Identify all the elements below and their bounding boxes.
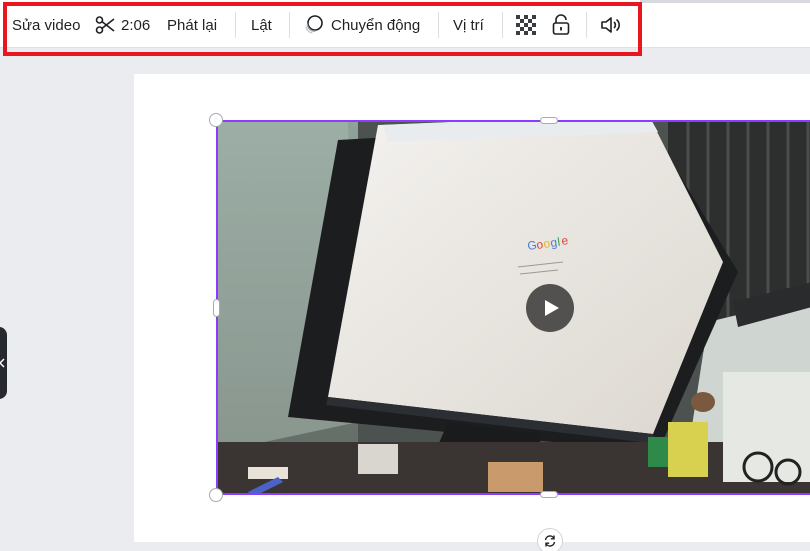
- transparency-checker-icon: [516, 15, 536, 35]
- volume-button[interactable]: [600, 12, 622, 38]
- play-icon: [544, 299, 560, 317]
- toolbar-divider: [289, 12, 290, 38]
- toolbar-divider: [502, 12, 503, 38]
- video-thumbnail: G o o g l e: [218, 122, 810, 493]
- toolbar-divider: [586, 12, 587, 38]
- lock-button[interactable]: [551, 12, 571, 38]
- playback-label: Phát lại: [167, 16, 218, 34]
- position-label: Vị trí: [453, 16, 484, 34]
- lock-icon: [551, 14, 571, 36]
- resize-handle-left[interactable]: [213, 299, 220, 317]
- edit-video-label: Sửa video: [12, 16, 81, 34]
- side-panel-toggle[interactable]: [0, 327, 7, 399]
- resize-handle-top[interactable]: [540, 117, 558, 124]
- trim-button[interactable]: 2:06: [95, 12, 150, 38]
- edit-video-button[interactable]: Sửa video: [12, 12, 80, 38]
- transparency-button[interactable]: [516, 12, 536, 38]
- context-toolbar: Sửa video 2:06 Phát lại Lật Chuyển động …: [0, 0, 810, 48]
- scissors-icon: [95, 15, 115, 35]
- chevron-left-icon: [0, 358, 5, 368]
- rotate-icon: [543, 534, 557, 548]
- position-button[interactable]: Vị trí: [453, 12, 484, 38]
- speaker-icon: [600, 15, 622, 35]
- flip-button[interactable]: Lật: [251, 12, 272, 38]
- video-element[interactable]: G o o g l e: [216, 120, 810, 495]
- play-button[interactable]: [526, 284, 574, 332]
- resize-handle-bottom-left[interactable]: [209, 488, 223, 502]
- toolbar-edge-line: [640, 0, 810, 3]
- animate-label: Chuyển động: [331, 16, 421, 34]
- toolbar-divider: [438, 12, 439, 38]
- toolbar-divider: [235, 12, 236, 38]
- animate-circles-icon: [303, 14, 325, 36]
- animate-button[interactable]: Chuyển động: [303, 12, 420, 38]
- playback-button[interactable]: Phát lại: [167, 12, 217, 38]
- resize-handle-top-left[interactable]: [209, 113, 223, 127]
- flip-label: Lật: [251, 16, 272, 34]
- resize-handle-bottom[interactable]: [540, 491, 558, 498]
- rotate-handle[interactable]: [537, 528, 563, 551]
- trim-duration: 2:06: [121, 16, 151, 34]
